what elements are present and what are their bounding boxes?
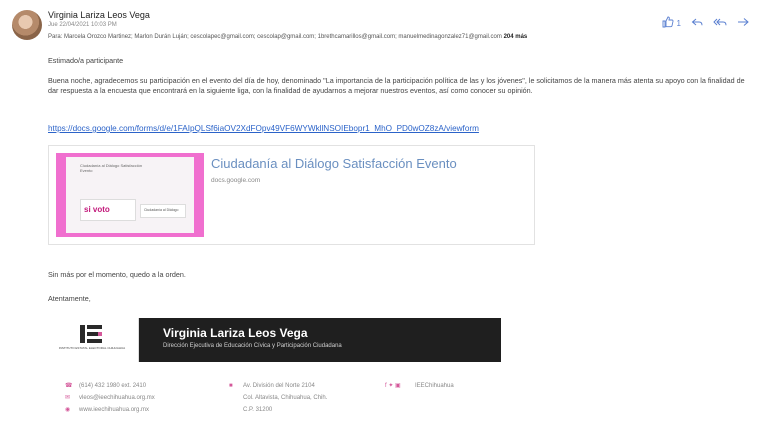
closing-line: Sin más por el momento, quedo a la orden… bbox=[48, 270, 186, 279]
forward-icon[interactable] bbox=[737, 16, 749, 31]
recipients-list[interactable]: Marcela Orozco Martinez; Marlon Durán Lu… bbox=[64, 34, 502, 40]
social-icons[interactable]: f ✦ ▣ bbox=[385, 380, 409, 392]
si-voto-logo: si voto bbox=[80, 199, 136, 221]
reply-icon[interactable] bbox=[691, 16, 703, 31]
logo-text: si voto bbox=[84, 205, 110, 214]
preview-title[interactable]: Ciudadanía al Diálogo Satisfacción Event… bbox=[211, 156, 457, 171]
contact-column-2: ■ Av. División del Norte 2104 Col. Altavi… bbox=[229, 380, 327, 416]
iee-emblem-icon bbox=[80, 325, 102, 343]
regards-line: Atentamente, bbox=[48, 294, 91, 303]
greeting: Estimado/a participante bbox=[48, 56, 124, 65]
thumbnail-title: Ciudadanía al Diálogo Satisfacción Event… bbox=[80, 163, 143, 173]
address-line-2: Col. Altavista, Chihuahua, Chih. bbox=[243, 395, 328, 401]
more-recipients-link[interactable]: 204 más bbox=[504, 34, 528, 40]
contact-column-3: f ✦ ▣ IEEChihuahua bbox=[385, 380, 454, 392]
avatar[interactable] bbox=[12, 10, 42, 40]
thumbs-up-icon[interactable] bbox=[662, 16, 674, 31]
like-count: 1 bbox=[676, 19, 681, 28]
phone-icon: ☎ bbox=[65, 383, 73, 389]
phone-number[interactable]: (614) 432 1980 ext. 2410 bbox=[79, 383, 146, 389]
recipients-line: Para: Marcela Orozco Martinez; Marlon Du… bbox=[48, 34, 527, 40]
signature-role: Dirección Ejecutiva de Educación Cívica … bbox=[163, 343, 342, 349]
message-paragraph: Buena noche, agradecemos su participació… bbox=[48, 76, 745, 95]
address-line-3: C.P. 31200 bbox=[243, 407, 273, 413]
link-preview-card[interactable]: Ciudadanía al Diálogo Satisfacción Event… bbox=[48, 145, 535, 245]
thumbnail-page: Ciudadanía al Diálogo Satisfacción Event… bbox=[66, 157, 194, 233]
sent-date: Jue 22/04/2021 10:03 PM bbox=[48, 22, 117, 28]
survey-link[interactable]: https://docs.google.com/forms/d/e/1FAIpQ… bbox=[48, 124, 479, 133]
email-reading-pane: Virginia Lariza Leos Vega Jue 22/04/2021… bbox=[0, 0, 763, 428]
reply-all-icon[interactable] bbox=[713, 16, 727, 31]
preview-thumbnail[interactable]: Ciudadanía al Diálogo Satisfacción Event… bbox=[56, 153, 204, 237]
mail-icon: ✉ bbox=[65, 395, 71, 401]
logo-caption: INSTITUTO ESTATAL ELECTORAL CHIHUAHUA bbox=[58, 346, 126, 350]
social-handle[interactable]: IEEChihuahua bbox=[415, 383, 454, 389]
address-line-1: Av. División del Norte 2104 bbox=[243, 383, 315, 389]
globe-icon: ◉ bbox=[65, 407, 71, 413]
iee-logo: INSTITUTO ESTATAL ELECTORAL CHIHUAHUA bbox=[46, 318, 139, 362]
to-prefix: Para: bbox=[48, 34, 63, 40]
location-icon: ■ bbox=[229, 383, 233, 389]
website[interactable]: www.ieechihuahua.org.mx bbox=[79, 407, 149, 413]
thumbnail-badge-text: Ciudadanía al Diálogo bbox=[144, 208, 179, 212]
thumbnail-badge: Ciudadanía al Diálogo bbox=[140, 204, 186, 218]
preview-domain: docs.google.com bbox=[211, 177, 261, 184]
message-actions: 1 bbox=[662, 16, 749, 31]
contact-column-1: ☎ (614) 432 1980 ext. 2410 ✉ vleos@ieechih… bbox=[65, 380, 155, 416]
sender-name[interactable]: Virginia Lariza Leos Vega bbox=[48, 10, 150, 20]
signature-name: Virginia Lariza Leos Vega bbox=[163, 326, 308, 340]
email-address[interactable]: vleos@ieechihuahua.org.mx bbox=[79, 395, 155, 401]
